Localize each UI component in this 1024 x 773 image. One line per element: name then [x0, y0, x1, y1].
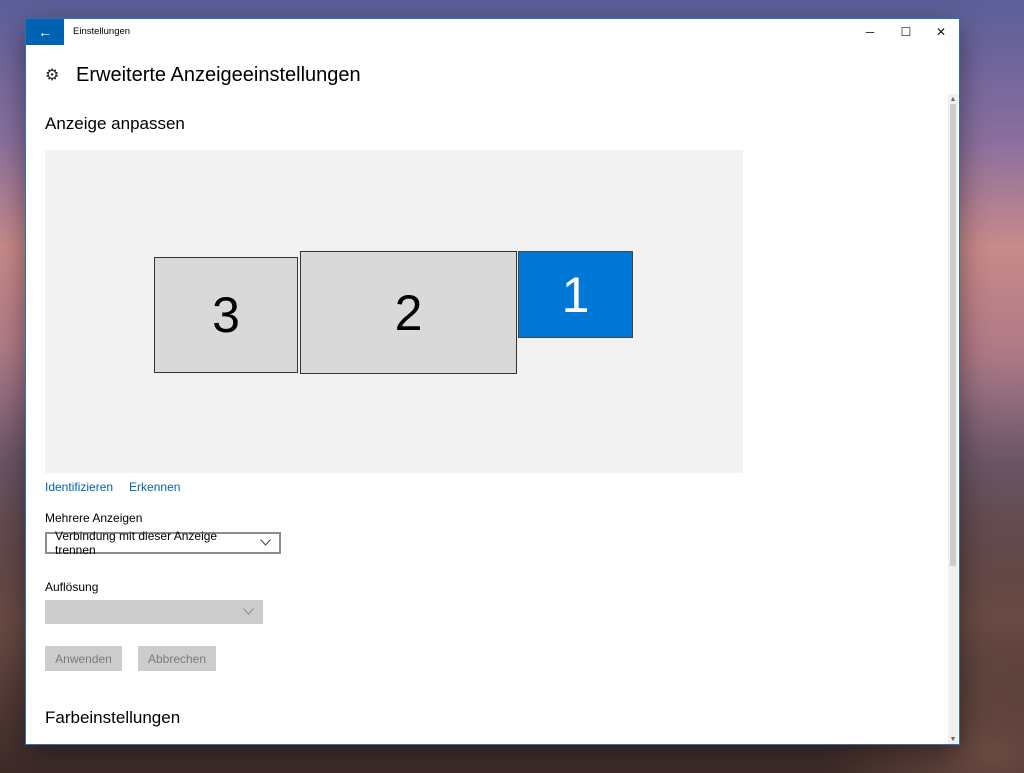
monitor-1-selected[interactable]: 1	[518, 251, 633, 338]
monitor-number: 1	[561, 266, 590, 323]
title-bar: ← Einstellungen ─ ☐ ✕	[26, 19, 959, 45]
close-button[interactable]: ✕	[923, 19, 959, 45]
display-links: Identifizieren Erkennen	[45, 480, 180, 494]
gear-icon: ⚙	[45, 66, 60, 84]
window-title: Einstellungen	[73, 26, 131, 37]
cancel-button[interactable]: Abbrechen	[138, 646, 216, 671]
minimize-button[interactable]: ─	[852, 19, 888, 45]
settings-window: ← Einstellungen ─ ☐ ✕ ⚙ Erweiterte Anzei…	[26, 19, 959, 744]
page-header: ⚙ Erweiterte Anzeigeeinstellungen	[45, 64, 361, 87]
chevron-down-icon	[243, 607, 254, 618]
section-title-color-settings: Farbeinstellungen	[45, 708, 181, 727]
back-arrow-icon: ←	[38, 24, 52, 40]
section-title-customize: Anzeige anpassen	[45, 114, 185, 133]
apply-button[interactable]: Anwenden	[45, 646, 122, 671]
display-arrangement-area: 3 2 1	[45, 150, 743, 473]
vertical-scrollbar[interactable]: ▲ ▼	[948, 94, 958, 744]
monitor-3[interactable]: 3	[154, 257, 298, 373]
detect-link[interactable]: Erkennen	[129, 480, 180, 494]
page-title: Erweiterte Anzeigeeinstellungen	[76, 64, 361, 86]
monitor-number: 2	[394, 284, 423, 341]
multiple-displays-label: Mehrere Anzeigen	[45, 511, 143, 525]
back-button[interactable]: ←	[26, 19, 64, 45]
close-icon: ✕	[935, 25, 947, 39]
scroll-up-icon[interactable]: ▲	[948, 94, 958, 104]
maximize-icon: ☐	[900, 25, 912, 39]
monitor-2[interactable]: 2	[300, 251, 517, 374]
resolution-label: Auflösung	[45, 580, 99, 594]
multiple-displays-dropdown[interactable]: Verbindung mit dieser Anzeige trennen	[45, 529, 281, 557]
identify-link[interactable]: Identifizieren	[45, 480, 113, 494]
scroll-thumb[interactable]	[950, 104, 956, 566]
maximize-button[interactable]: ☐	[888, 19, 924, 45]
chevron-down-icon	[260, 538, 271, 549]
scroll-down-icon[interactable]: ▼	[948, 734, 958, 744]
resolution-dropdown[interactable]	[45, 600, 263, 624]
minimize-icon: ─	[865, 25, 875, 39]
dropdown-value: Verbindung mit dieser Anzeige trennen	[55, 529, 218, 557]
monitor-number: 3	[212, 287, 240, 343]
